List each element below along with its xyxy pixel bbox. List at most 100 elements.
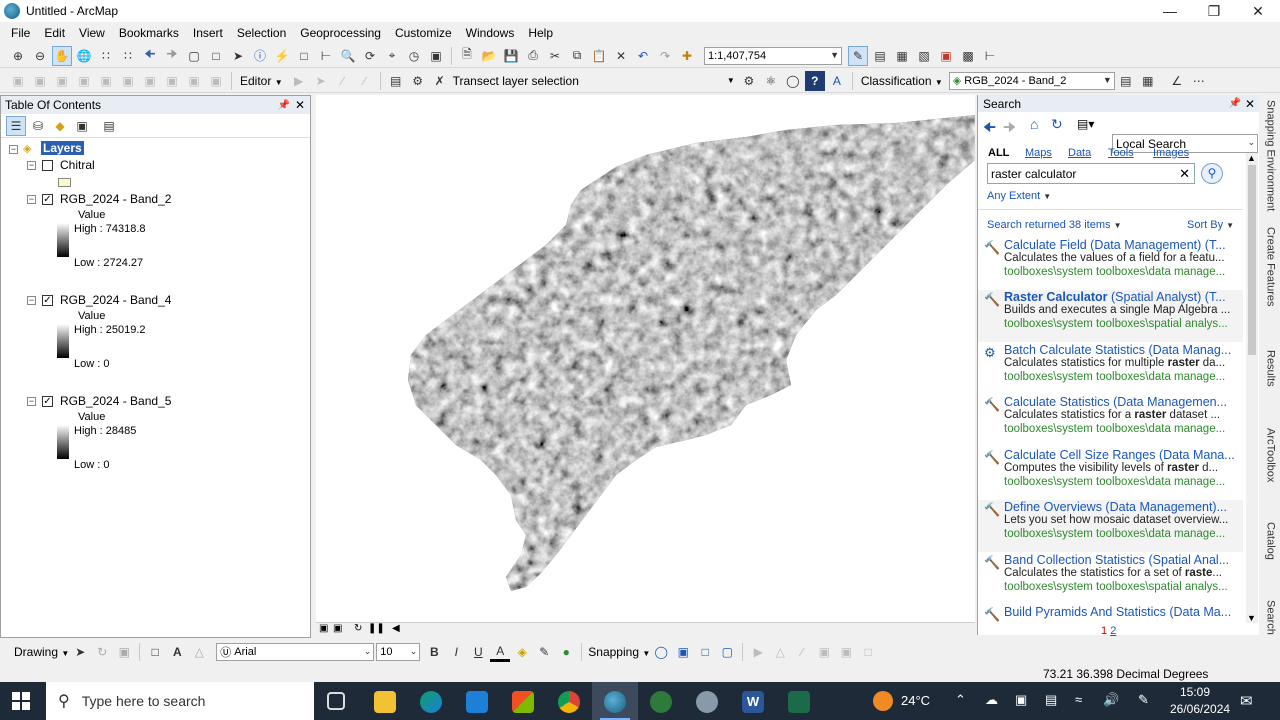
go-to-xy-icon[interactable]: ⌖ xyxy=(382,46,402,66)
extent-dropdown[interactable]: Any Extent ▼ xyxy=(987,190,1051,202)
tab-results[interactable]: Results xyxy=(1263,350,1278,410)
underline-icon[interactable]: U xyxy=(468,642,488,662)
georef-10-icon[interactable]: ▣ xyxy=(206,71,226,91)
select-arrow-icon[interactable]: ➤ xyxy=(70,642,90,662)
menu-geoprocessing[interactable]: Geoprocessing xyxy=(293,26,388,40)
georef-4-icon[interactable]: ▣ xyxy=(74,71,94,91)
collapse-icon[interactable]: − xyxy=(27,397,36,406)
straight-segment-icon[interactable]: ∕ xyxy=(333,71,353,91)
editor-menu[interactable]: Editor ▼ xyxy=(240,74,283,88)
filter-all[interactable]: ALL xyxy=(988,147,1009,159)
swipe-icon[interactable]: ◯ xyxy=(783,71,803,91)
search-result[interactable]: 🔨 Define Overviews (Data Management)... … xyxy=(978,500,1243,552)
home-icon[interactable]: ⌂ xyxy=(1030,116,1038,132)
layer-combo[interactable]: ◈ RGB_2024 - Band_2 ▼ xyxy=(948,71,1115,90)
scroll-left-icon[interactable]: ◀ xyxy=(392,623,400,634)
more-tools-icon[interactable]: ⋯ xyxy=(1189,71,1209,91)
fixed-zoom-in-icon[interactable]: ∷ xyxy=(96,46,116,66)
add-data-icon[interactable]: ✚ xyxy=(677,46,697,66)
layer-visibility-checkbox[interactable]: ✓ xyxy=(42,295,53,306)
clock-date[interactable]: 26/06/2024 xyxy=(1170,702,1230,716)
tab-snapping-environment[interactable]: Snapping Environment xyxy=(1263,100,1278,222)
view-options-icon[interactable]: ▤▾ xyxy=(1077,117,1094,131)
edge-snapping-icon[interactable]: ▢ xyxy=(717,642,737,662)
search-input[interactable]: raster calculator ✕ xyxy=(987,163,1195,184)
file-explorer-icon[interactable] xyxy=(374,691,396,713)
minimize-button[interactable]: — xyxy=(1148,0,1192,22)
pen-icon[interactable]: ✎ xyxy=(1138,692,1149,708)
line-tool-icon[interactable]: ∕ xyxy=(792,642,812,662)
stretch-icon[interactable]: ∠ xyxy=(1167,71,1187,91)
arcmap-taskbar-button[interactable] xyxy=(592,682,638,720)
network-icon[interactable]: ▤ xyxy=(1045,692,1057,708)
pan-icon[interactable]: ✋ xyxy=(52,45,72,66)
search-result[interactable]: 🔨 Calculate Cell Size Ranges (Data Mana.… xyxy=(978,448,1243,500)
app-icon[interactable] xyxy=(696,691,718,713)
layer-visibility-checkbox[interactable]: ✓ xyxy=(42,194,53,205)
menu-view[interactable]: View xyxy=(72,26,112,40)
histogram-icon[interactable]: ▤ xyxy=(1116,71,1136,91)
result-title[interactable]: Calculate Cell Size Ranges (Data Mana... xyxy=(1004,448,1242,462)
new-map-icon[interactable]: 🗎 xyxy=(457,46,477,66)
endpoint-arc-icon[interactable]: ∕ xyxy=(355,71,375,91)
search-result[interactable]: 🔨 Calculate Field (Data Management) (T..… xyxy=(978,238,1243,290)
chart-icon[interactable]: ▦ xyxy=(1138,71,1158,91)
menu-bookmarks[interactable]: Bookmarks xyxy=(112,26,186,40)
text-icon[interactable]: A xyxy=(167,642,187,662)
tab-create-features[interactable]: Create Features xyxy=(1263,227,1278,327)
temperature[interactable]: 24°C xyxy=(901,693,930,708)
clear-icon[interactable]: ✕ xyxy=(1179,166,1190,182)
close-icon[interactable]: ✕ xyxy=(295,98,305,112)
clock-time[interactable]: 15:09 xyxy=(1180,685,1210,699)
end-snapping-icon[interactable]: ▣ xyxy=(673,642,693,662)
options-icon[interactable]: ▤ xyxy=(99,116,119,136)
scrollbar-thumb[interactable] xyxy=(1248,165,1256,355)
label-text-icon[interactable]: A xyxy=(827,71,847,91)
redo-icon[interactable]: ↷ xyxy=(655,46,675,66)
georef-8-icon[interactable]: ▣ xyxy=(162,71,182,91)
font-size-select[interactable]: 10 ⌄ xyxy=(376,643,421,661)
search-result[interactable]: 🔨 Band Collection Statistics (Spatial An… xyxy=(978,553,1243,605)
result-title[interactable]: Batch Calculate Statistics (Data Manag..… xyxy=(1004,343,1242,357)
collapse-icon[interactable]: − xyxy=(9,145,18,154)
chevron-up-icon[interactable]: ⌃ xyxy=(955,692,966,708)
result-title[interactable]: Raster Calculator (Spatial Analyst) (T..… xyxy=(1004,290,1242,304)
fill-color-icon[interactable]: ◈ xyxy=(512,642,532,662)
result-title[interactable]: Calculate Statistics (Data Managemen... xyxy=(1004,395,1242,409)
word-icon[interactable]: W xyxy=(742,691,764,713)
georef-5-icon[interactable]: ▣ xyxy=(96,71,116,91)
edit-annotation-icon[interactable]: ➤ xyxy=(311,71,331,91)
transect-icon[interactable]: ✗ xyxy=(430,71,450,91)
menu-help[interactable]: Help xyxy=(521,26,560,40)
save-icon[interactable]: 💾 xyxy=(501,46,521,66)
filter-tools[interactable]: Tools xyxy=(1108,147,1134,159)
editor-toolbar-icon[interactable]: ✎ xyxy=(848,45,868,66)
taskbar-search-box[interactable]: ⚲ Type here to search xyxy=(46,682,314,720)
snapping-menu[interactable]: Snapping ▼ xyxy=(588,645,650,659)
layer-name[interactable]: RGB_2024 - Band_5 xyxy=(60,394,171,408)
classification-menu[interactable]: Classification ▼ xyxy=(861,74,943,88)
layer-name[interactable]: RGB_2024 - Band_4 xyxy=(60,293,171,307)
clear-selection-icon[interactable]: □ xyxy=(206,46,226,66)
color-ramp[interactable] xyxy=(57,223,69,257)
chrome-icon[interactable] xyxy=(558,691,580,713)
refresh-icon[interactable]: ↻ xyxy=(354,623,362,634)
close-icon[interactable]: ✕ xyxy=(1245,97,1255,111)
back-arrow-icon[interactable]: 🠈 xyxy=(983,117,996,141)
layer-visibility-checkbox[interactable]: ✓ xyxy=(42,396,53,407)
layer-name[interactable]: Chitral xyxy=(60,158,95,172)
page-1[interactable]: 1 xyxy=(1101,625,1107,637)
callout-icon[interactable]: △ xyxy=(189,642,209,662)
pin-icon[interactable]: 📌 xyxy=(1229,98,1241,109)
maximize-button[interactable]: ❐ xyxy=(1192,0,1236,22)
menu-insert[interactable]: Insert xyxy=(186,26,230,40)
color-ramp[interactable] xyxy=(57,425,69,459)
time-slider-icon[interactable]: ◷ xyxy=(404,46,424,66)
python-window-icon[interactable]: ▩ xyxy=(958,46,978,66)
edge-browser-icon[interactable] xyxy=(420,691,442,713)
result-title[interactable]: Build Pyramids And Statistics (Data Ma..… xyxy=(1004,605,1242,619)
font-select[interactable]: Ⓤ Arial ⌄ xyxy=(216,643,375,661)
pin-icon[interactable]: 📌 xyxy=(278,100,290,111)
results-scrollbar[interactable]: ▲ ▼ xyxy=(1246,153,1258,623)
filter-images[interactable]: Images xyxy=(1153,147,1189,159)
